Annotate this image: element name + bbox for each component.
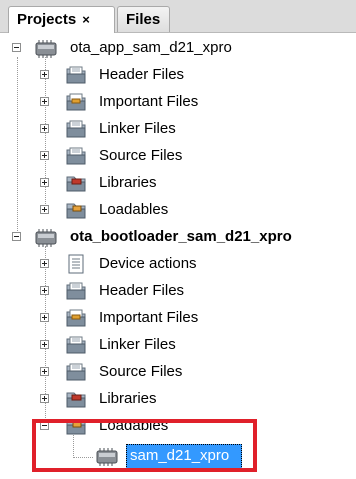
tree-row-important-files[interactable]: Important Files [0, 89, 356, 116]
document-list-icon [64, 253, 88, 275]
expand-toggle-icon[interactable] [40, 394, 49, 403]
folder-label: Linker Files [99, 336, 176, 353]
project-tree: ota_app_sam_d21_xpro Header Files Import… [0, 33, 356, 479]
folder-label: Important Files [99, 309, 199, 326]
library-folder-icon [64, 172, 88, 194]
tree-row-header-files[interactable]: Header Files [0, 278, 356, 305]
tree-row-libraries[interactable]: Libraries [0, 170, 356, 197]
tab-projects[interactable]: Projects × [8, 6, 115, 33]
folder-label: Libraries [99, 174, 157, 191]
logical-folder-icon [64, 118, 88, 140]
folder-label: Source Files [99, 363, 183, 380]
expand-toggle-icon[interactable] [40, 313, 49, 322]
tree-row-project2[interactable]: ota_bootloader_sam_d21_xpro [0, 224, 356, 251]
logical-folder-icon [64, 334, 88, 356]
collapse-toggle-icon[interactable] [12, 43, 21, 52]
folder-label: Source Files [99, 147, 183, 164]
chip-project-icon [34, 37, 58, 59]
tree-row-important-files[interactable]: Important Files [0, 305, 356, 332]
tab-files-label: Files [126, 11, 161, 28]
folder-label: Important Files [99, 93, 199, 110]
tab-projects-label: Projects [17, 11, 77, 28]
expand-toggle-icon[interactable] [40, 151, 49, 160]
folder-label: Header Files [99, 66, 185, 83]
expand-toggle-icon[interactable] [40, 259, 49, 268]
project-name: ota_app_sam_d21_xpro [70, 39, 232, 56]
logical-folder-icon [64, 280, 88, 302]
collapse-toggle-icon[interactable] [12, 232, 21, 241]
important-folder-icon [64, 91, 88, 113]
tree-row-libraries[interactable]: Libraries [0, 386, 356, 413]
tree-row-source-files[interactable]: Source Files [0, 359, 356, 386]
folder-label: Header Files [99, 282, 185, 299]
folder-label: Loadables [99, 201, 169, 218]
expand-toggle-icon[interactable] [40, 70, 49, 79]
logical-folder-icon [64, 361, 88, 383]
expand-toggle-icon[interactable] [40, 340, 49, 349]
tree-row-project1[interactable]: ota_app_sam_d21_xpro [0, 35, 356, 62]
folder-label: Linker Files [99, 120, 176, 137]
important-folder-icon [64, 307, 88, 329]
tree-row-linker-files[interactable]: Linker Files [0, 116, 356, 143]
expand-toggle-icon[interactable] [40, 124, 49, 133]
folder-label: Libraries [99, 390, 157, 407]
tree-row-loadables[interactable]: Loadables [0, 197, 356, 224]
library-folder-icon [64, 388, 88, 410]
tree-row-linker-files[interactable]: Linker Files [0, 332, 356, 359]
tab-bar: Projects × Files [0, 0, 356, 33]
project-name: ota_bootloader_sam_d21_xpro [70, 228, 292, 245]
loadables-folder-icon [64, 199, 88, 221]
tree-row-device-actions[interactable]: Device actions [0, 251, 356, 278]
logical-folder-icon [64, 64, 88, 86]
expand-toggle-icon[interactable] [40, 97, 49, 106]
tree-row-header-files[interactable]: Header Files [0, 62, 356, 89]
folder-label: Device actions [99, 255, 197, 272]
expand-toggle-icon[interactable] [40, 205, 49, 214]
expand-toggle-icon[interactable] [40, 286, 49, 295]
tab-close-icon[interactable]: × [82, 12, 90, 27]
chip-project-icon [34, 226, 58, 248]
expand-toggle-icon[interactable] [40, 367, 49, 376]
callout-box [32, 419, 257, 472]
expand-toggle-icon[interactable] [40, 178, 49, 187]
logical-folder-icon [64, 145, 88, 167]
tab-files[interactable]: Files [117, 6, 170, 32]
tree-row-source-files[interactable]: Source Files [0, 143, 356, 170]
